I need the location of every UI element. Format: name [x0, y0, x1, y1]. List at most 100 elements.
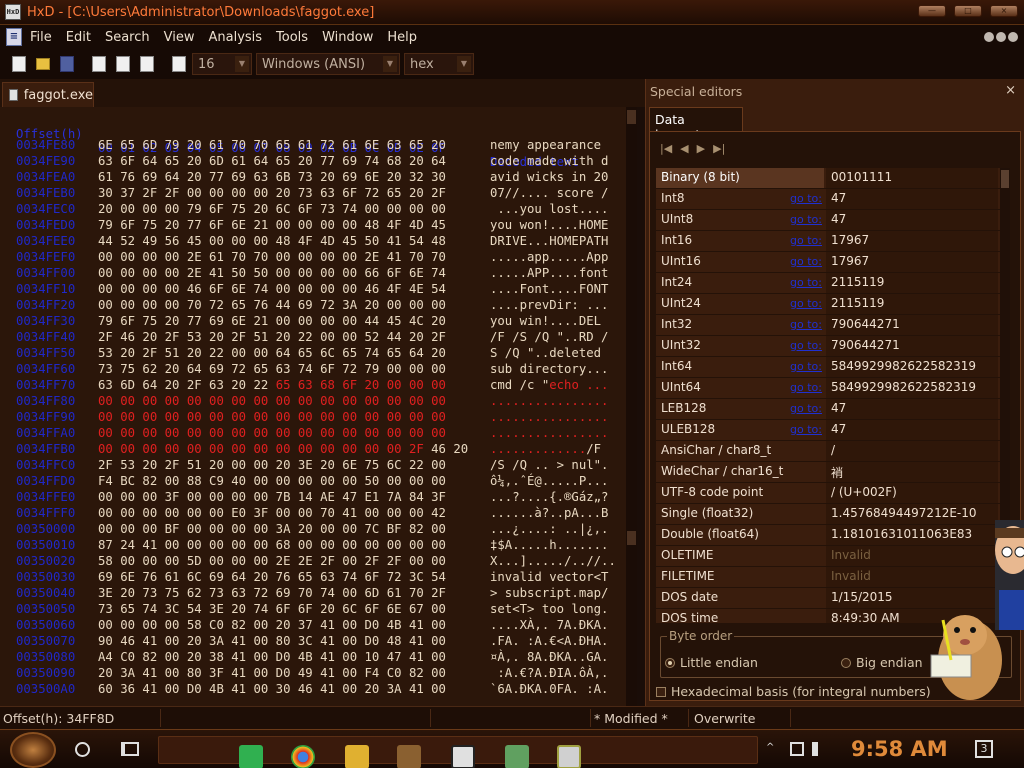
hex-row[interactable]: 0034FEC0 20 00 00 00 79 6F 75 20 6C 6F 73…: [0, 201, 630, 217]
hex-row-text[interactable]: /S /Q .. > nul".: [490, 457, 608, 473]
hex-row-text[interactable]: ...¿....: ..|¿‚.: [490, 521, 608, 537]
hex-row[interactable]: 0034FF60 73 75 62 20 64 69 72 65 63 74 6F…: [0, 361, 630, 377]
hex-row[interactable]: 0034FF30 79 6F 75 20 77 69 6E 21 00 00 00…: [0, 313, 630, 329]
hex-row-text[interactable]: nemy appearance: [490, 137, 608, 153]
close-panel-icon[interactable]: ×: [1005, 83, 1016, 98]
inspector-row-value[interactable]: 5849929982622582319: [826, 378, 998, 398]
scroll-up-arrow[interactable]: [627, 110, 636, 124]
inspector-row[interactable]: LEB128 go to: 47: [656, 399, 1010, 420]
hex-row[interactable]: 0034FF00 00 00 00 00 2E 41 50 50 00 00 00…: [0, 265, 630, 281]
big-endian-radio[interactable]: Big endian: [841, 655, 923, 670]
hex-row[interactable]: 0034FFA0 00 00 00 00 00 00 00 00 00 00 00…: [0, 425, 630, 441]
document-tab[interactable]: faggot.exe: [2, 82, 94, 107]
hex-row-text[interactable]: .....app.....App: [490, 249, 608, 265]
inspector-row[interactable]: UInt32 go to: 790644271: [656, 336, 1010, 357]
hex-row[interactable]: 00350080 A4 C0 82 00 20 38 41 00 D0 4B 41…: [0, 649, 630, 665]
inspector-row[interactable]: UInt64 go to: 5849929982622582319: [656, 378, 1010, 399]
first-icon[interactable]: |◀: [660, 142, 672, 155]
hex-row-text[interactable]: X...]...../..//..: [490, 553, 616, 569]
maximize-button[interactable]: □: [954, 5, 982, 17]
goto-link[interactable]: go to:: [790, 360, 822, 373]
inspector-row-value[interactable]: 䘯: [826, 462, 998, 482]
hex-row[interactable]: 00350030 69 6E 76 61 6C 69 64 20 76 65 63…: [0, 569, 630, 585]
inspector-row[interactable]: ULEB128 go to: 47: [656, 420, 1010, 441]
inspector-row[interactable]: Int8 go to: 47: [656, 189, 1010, 210]
hex-row-bytes[interactable]: 44 52 49 56 45 00 00 00 48 4F 4D 45 50 4…: [98, 233, 446, 249]
hex-row-text[interactable]: ....Font....FONT: [490, 281, 608, 297]
hex-row-bytes[interactable]: 79 6F 75 20 77 6F 6E 21 00 00 00 00 48 4…: [98, 217, 446, 233]
hxd-taskbar-icon[interactable]: [557, 745, 581, 768]
hex-row-text[interactable]: ................: [490, 425, 608, 441]
offset-base-select[interactable]: hex ▼: [404, 53, 474, 75]
inspector-row[interactable]: Int24 go to: 2115119: [656, 273, 1010, 294]
open-disk-button[interactable]: [88, 53, 110, 75]
save-button[interactable]: [56, 53, 78, 75]
hex-row[interactable]: 0034FFB0 00 00 00 00 00 00 00 00 00 00 00…: [0, 441, 630, 457]
hex-row-text[interactable]: :A.€?A.ÐIA.ôÀ‚.: [490, 665, 608, 681]
inspector-row-value[interactable]: 47: [826, 189, 998, 209]
goto-link[interactable]: go to:: [790, 213, 822, 226]
scroll-up-arrow[interactable]: [1001, 170, 1009, 188]
hex-row-text[interactable]: ¤À‚. 8A.ÐKA..GA.: [490, 649, 608, 665]
hex-row-bytes[interactable]: 00 00 00 00 2E 61 70 70 00 00 00 00 2E 4…: [98, 249, 446, 265]
inspector-row[interactable]: Int64 go to: 5849929982622582319: [656, 357, 1010, 378]
inspector-row-value[interactable]: 790644271: [826, 336, 998, 356]
inspector-row[interactable]: Int16 go to: 17967: [656, 231, 1010, 252]
inspector-row[interactable]: UInt16 go to: 17967: [656, 252, 1010, 273]
hex-row-bytes[interactable]: 60 36 41 00 D0 4B 41 00 30 46 41 00 20 3…: [98, 681, 446, 697]
open-ram-button[interactable]: [112, 53, 134, 75]
hex-row-bytes[interactable]: 00 00 00 00 58 C0 82 00 20 37 41 00 D0 4…: [98, 617, 446, 633]
hex-row[interactable]: 0034FEB0 30 37 2F 2F 00 00 00 00 20 73 63…: [0, 185, 630, 201]
goto-link[interactable]: go to:: [790, 297, 822, 310]
hex-row-bytes[interactable]: 90 46 41 00 20 3A 41 00 80 3C 41 00 D0 4…: [98, 633, 446, 649]
hex-row-bytes[interactable]: 69 6E 76 61 6C 69 64 20 76 65 63 74 6F 7…: [98, 569, 446, 585]
hex-row-text[interactable]: DRIVE...HOMEPATH: [490, 233, 608, 249]
charset-select[interactable]: Windows (ANSI) ▼: [256, 53, 400, 75]
hex-row-text[interactable]: code made with d: [490, 153, 608, 169]
hex-row-text[interactable]: invalid vector<T: [490, 569, 608, 585]
hex-row-bytes[interactable]: 61 76 69 64 20 77 69 63 6B 73 20 69 6E 2…: [98, 169, 446, 185]
notification-center-icon[interactable]: 3: [975, 740, 993, 758]
hex-row[interactable]: 0034FEF0 00 00 00 00 2E 61 70 70 00 00 00…: [0, 249, 630, 265]
close-button[interactable]: ×: [990, 5, 1018, 17]
inspector-row[interactable]: UTF-8 code point / (U+002F): [656, 483, 1010, 504]
hex-row[interactable]: 00350020 58 00 00 00 5D 00 00 00 2E 2E 2F…: [0, 553, 630, 569]
open-file-button[interactable]: [32, 53, 54, 75]
goto-link[interactable]: go to:: [790, 192, 822, 205]
hex-row[interactable]: 0034FF80 00 00 00 00 00 00 00 00 00 00 00…: [0, 393, 630, 409]
chart-app-icon[interactable]: [505, 745, 529, 768]
hex-row[interactable]: 0034FEE0 44 52 49 56 45 00 00 00 48 4F 4D…: [0, 233, 630, 249]
hex-row-text[interactable]: ....prevDir: ...: [490, 297, 608, 313]
volume-icon[interactable]: [812, 742, 826, 756]
hex-row-text[interactable]: .....APP....font: [490, 265, 608, 281]
scroll-thumb[interactable]: [627, 531, 636, 545]
notes-app-icon[interactable]: [239, 745, 263, 768]
inspector-row[interactable]: UInt8 go to: 47: [656, 210, 1010, 231]
hex-row[interactable]: 0034FF10 00 00 00 00 46 6F 6E 74 00 00 00…: [0, 281, 630, 297]
hex-row-text[interactable]: cmd /c "echo ...: [490, 377, 608, 393]
hex-row[interactable]: 0034FF40 2F 46 20 2F 53 20 2F 51 20 22 00…: [0, 329, 630, 345]
menu-help[interactable]: Help: [387, 30, 417, 45]
bytes-per-row-select[interactable]: 16 ▼: [192, 53, 252, 75]
inspector-row-value[interactable]: 5849929982622582319: [826, 357, 998, 377]
hex-row[interactable]: 0034FF50 53 20 2F 51 20 22 00 00 64 65 6C…: [0, 345, 630, 361]
hex-row-bytes[interactable]: 2F 53 20 2F 51 20 00 00 20 3E 20 6E 75 6…: [98, 457, 446, 473]
hex-row-bytes[interactable]: 00 00 00 3F 00 00 00 00 7B 14 AE 47 E1 7…: [98, 489, 446, 505]
hex-row[interactable]: 0034FFE0 00 00 00 3F 00 00 00 00 7B 14 AE…: [0, 489, 630, 505]
goto-link[interactable]: go to:: [790, 381, 822, 394]
inspector-row[interactable]: Binary (8 bit) 00101111: [656, 168, 1010, 189]
hex-row-bytes[interactable]: 20 3A 41 00 80 3F 41 00 D0 49 41 00 F4 C…: [98, 665, 446, 681]
status-mode[interactable]: Overwrite: [694, 711, 756, 726]
bytes-per-row-icon-button[interactable]: [168, 53, 190, 75]
hex-row-bytes[interactable]: 6E 65 6D 79 20 61 70 70 65 61 72 61 6E 6…: [98, 137, 446, 153]
hex-row-text[interactable]: ...you lost....: [490, 201, 608, 217]
minimize-button[interactable]: —: [918, 5, 946, 17]
inspector-row-value[interactable]: 790644271: [826, 315, 998, 335]
hex-row[interactable]: 00350070 90 46 41 00 20 3A 41 00 80 3C 41…: [0, 633, 630, 649]
tab-data-inspector[interactable]: Data inspector: [649, 107, 743, 142]
hex-row-bytes[interactable]: 73 75 62 20 64 69 72 65 63 74 6F 72 79 0…: [98, 361, 446, 377]
taskbar-clock[interactable]: 9:58 AM: [851, 737, 948, 761]
hex-row-bytes[interactable]: A4 C0 82 00 20 38 41 00 D0 4B 41 00 10 4…: [98, 649, 446, 665]
inspector-row[interactable]: UInt24 go to: 2115119: [656, 294, 1010, 315]
last-icon[interactable]: ▶|: [713, 142, 725, 155]
